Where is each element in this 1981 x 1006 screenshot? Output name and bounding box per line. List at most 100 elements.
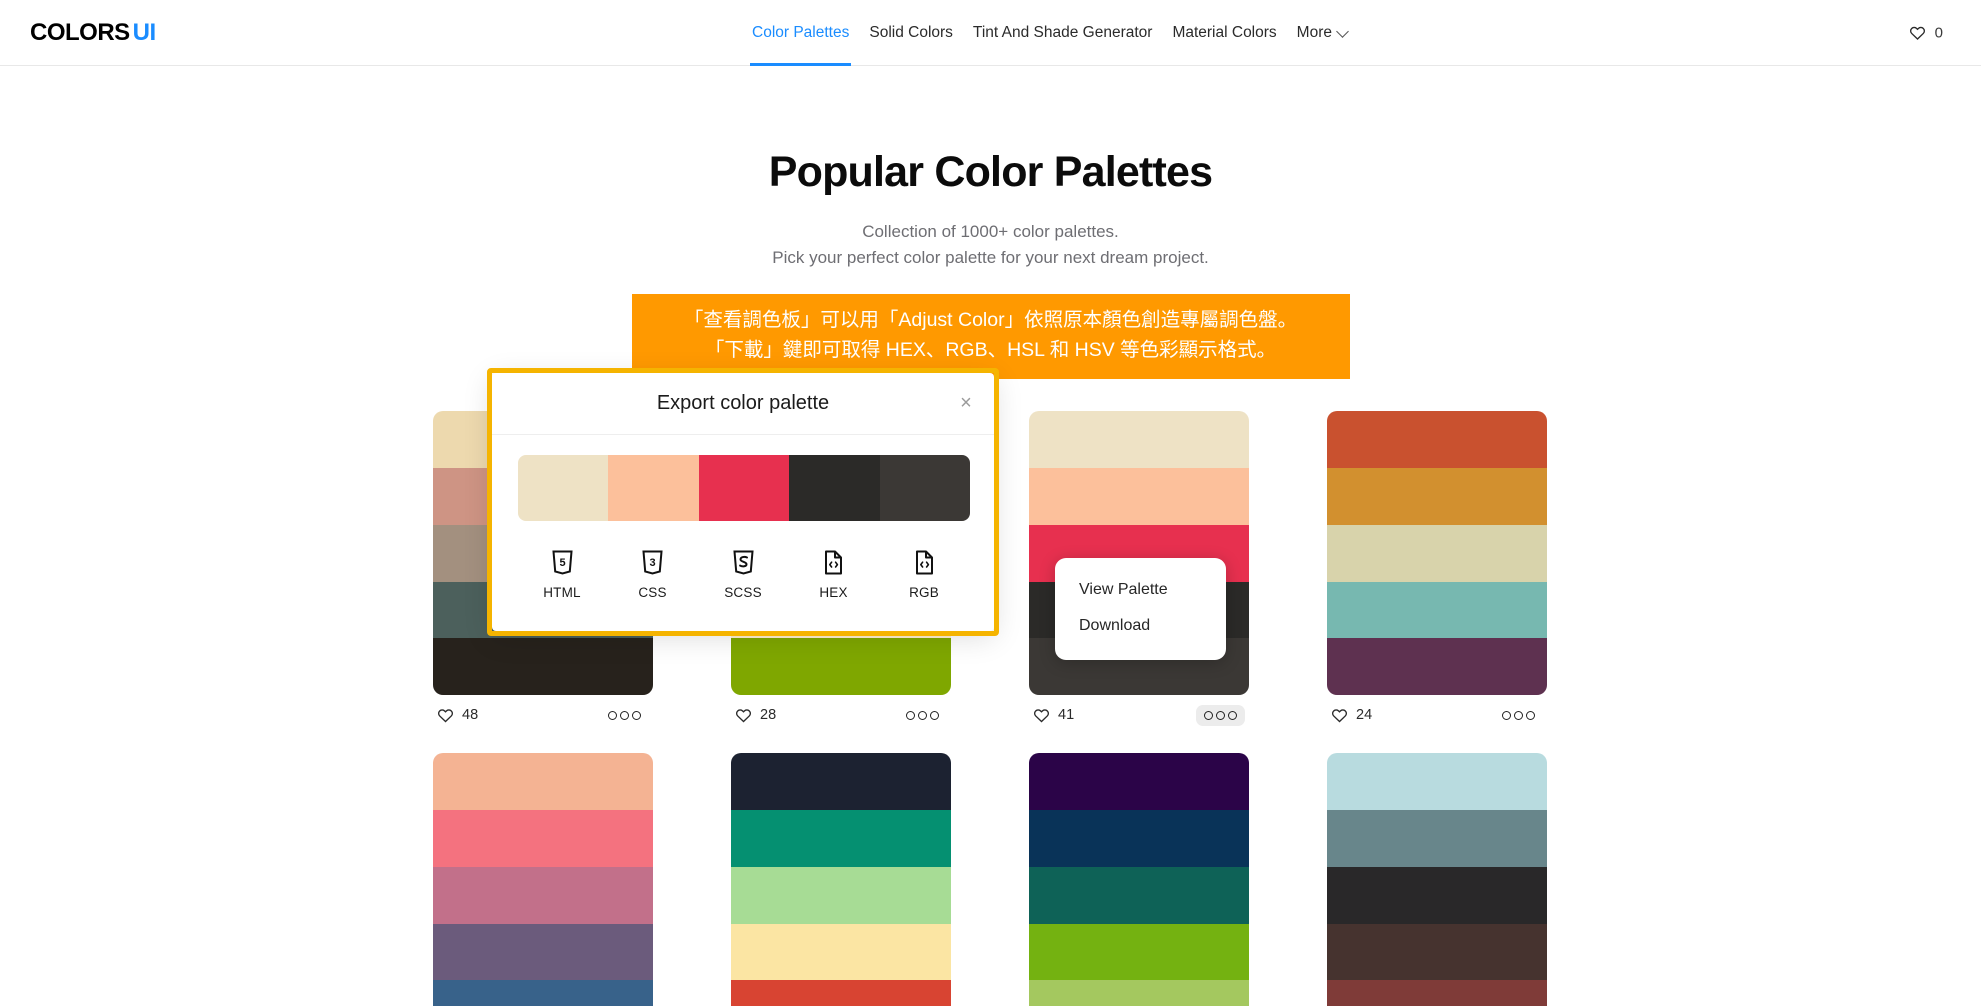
palette-card-meta: 24 <box>1327 695 1547 735</box>
palette-card[interactable] <box>1029 753 1249 1006</box>
swatch[interactable] <box>1327 866 1547 924</box>
dot-icon <box>918 710 927 720</box>
export-option-hex[interactable]: HEX <box>796 548 872 600</box>
like-button[interactable]: 28 <box>735 707 776 724</box>
swatch[interactable] <box>731 753 951 811</box>
export-format-list: 5 HTML 3 CSS SCSS HEX RGB <box>518 548 968 600</box>
modal-palette-preview <box>518 455 970 521</box>
swatch[interactable] <box>1327 411 1547 469</box>
palette-swatches[interactable] <box>1327 753 1547 1006</box>
swatch <box>608 455 699 521</box>
nav-label: Material Colors <box>1172 24 1277 41</box>
menu-item-view-palette[interactable]: View Palette <box>1055 572 1226 608</box>
swatch[interactable] <box>1327 638 1547 696</box>
hero-subtitle-line2: Pick your perfect color palette for your… <box>772 248 1209 268</box>
swatch[interactable] <box>731 866 951 924</box>
menu-item-download[interactable]: Download <box>1055 608 1226 644</box>
close-icon[interactable]: × <box>954 392 978 416</box>
logo-text-primary: COLORS <box>30 18 130 46</box>
export-option-label: HEX <box>819 585 848 600</box>
palette-card[interactable]: 24 <box>1327 411 1547 735</box>
palette-context-menu: View Palette Download <box>1055 558 1226 660</box>
dot-icon <box>930 710 939 720</box>
export-option-html[interactable]: 5 HTML <box>524 548 600 600</box>
chevron-down-icon <box>1336 24 1349 38</box>
swatch[interactable] <box>1327 923 1547 981</box>
palette-swatches[interactable] <box>1327 411 1547 696</box>
swatch[interactable] <box>1029 411 1249 469</box>
heart-icon <box>1033 709 1050 723</box>
swatch[interactable] <box>731 638 951 696</box>
swatch[interactable] <box>433 753 653 811</box>
dot-icon <box>608 710 617 720</box>
swatch <box>698 455 790 521</box>
nav-item-tint-and-shade-generator[interactable]: Tint And Shade Generator <box>963 0 1163 66</box>
palette-swatches[interactable] <box>731 753 951 1006</box>
palette-card[interactable] <box>1327 753 1547 1006</box>
palette-menu-button[interactable] <box>1494 705 1543 726</box>
palette-menu-button[interactable] <box>600 705 649 726</box>
nav-item-color-palettes[interactable]: Color Palettes <box>742 0 859 66</box>
like-button[interactable]: 41 <box>1033 707 1074 724</box>
swatch[interactable] <box>1327 524 1547 582</box>
swatch[interactable] <box>433 980 653 1006</box>
export-option-rgb[interactable]: RGB <box>886 548 962 600</box>
swatch[interactable] <box>1327 810 1547 867</box>
palette-card[interactable] <box>433 753 653 1006</box>
dot-icon <box>1204 710 1213 720</box>
export-option-label: CSS <box>638 585 667 600</box>
code-file-icon <box>796 548 872 576</box>
palette-card-meta: 41 <box>1029 695 1249 735</box>
swatch[interactable] <box>1029 980 1249 1006</box>
swatch <box>879 455 970 521</box>
nav-label: Solid Colors <box>869 24 953 41</box>
swatch[interactable] <box>1327 581 1547 639</box>
nav-item-material-colors[interactable]: Material Colors <box>1162 0 1286 66</box>
hero-section: Popular Color Palettes Collection of 100… <box>0 66 1981 380</box>
nav-item-solid-colors[interactable]: Solid Colors <box>859 0 963 66</box>
swatch[interactable] <box>433 638 653 696</box>
swatch[interactable] <box>1327 980 1547 1006</box>
swatch <box>789 455 880 521</box>
like-button[interactable]: 24 <box>1331 707 1372 724</box>
site-logo[interactable]: COLORS UI <box>30 19 156 47</box>
palette-swatches[interactable] <box>1029 753 1249 1006</box>
dot-icon <box>1228 710 1237 720</box>
code-file-icon <box>886 548 962 576</box>
palette-card[interactable] <box>731 753 951 1006</box>
palette-swatches[interactable] <box>433 753 653 1006</box>
favorites-counter[interactable]: 0 <box>1909 24 1943 41</box>
swatch[interactable] <box>731 810 951 867</box>
swatch[interactable] <box>433 923 653 981</box>
palette-menu-button[interactable] <box>1196 704 1245 726</box>
swatch[interactable] <box>1327 753 1547 811</box>
instruction-banner-line2: 「下載」鍵即可取得 HEX、RGB、HSL 和 HSV 等色彩顯示格式。 <box>704 339 1277 362</box>
swatch[interactable] <box>1029 810 1249 867</box>
like-button[interactable]: 48 <box>437 707 478 724</box>
export-option-scss[interactable]: SCSS <box>705 548 781 600</box>
palette-menu-button[interactable] <box>898 705 947 726</box>
swatch[interactable] <box>433 810 653 867</box>
swatch[interactable] <box>433 866 653 924</box>
modal-title: Export color palette <box>656 392 830 414</box>
swatch[interactable] <box>731 923 951 981</box>
nav-label: More <box>1296 24 1332 41</box>
main-navigation: Color Palettes Solid Colors Tint And Sha… <box>742 0 1357 66</box>
css3-file-icon: 3 <box>615 548 691 576</box>
swatch[interactable] <box>1029 468 1249 525</box>
swatch[interactable] <box>1029 753 1249 811</box>
heart-icon <box>735 709 752 723</box>
swatch[interactable] <box>731 980 951 1006</box>
dot-icon <box>1502 710 1511 720</box>
swatch[interactable] <box>1029 866 1249 924</box>
palette-card-meta: 28 <box>731 695 951 735</box>
export-option-label: SCSS <box>724 585 762 600</box>
nav-label: Color Palettes <box>752 24 850 41</box>
dot-icon <box>632 710 641 720</box>
heart-icon <box>1909 26 1925 40</box>
export-option-css[interactable]: 3 CSS <box>615 548 691 600</box>
swatch[interactable] <box>1029 923 1249 981</box>
swatch[interactable] <box>1327 468 1547 525</box>
dot-icon <box>1216 710 1225 720</box>
nav-item-more[interactable]: More <box>1287 0 1357 66</box>
